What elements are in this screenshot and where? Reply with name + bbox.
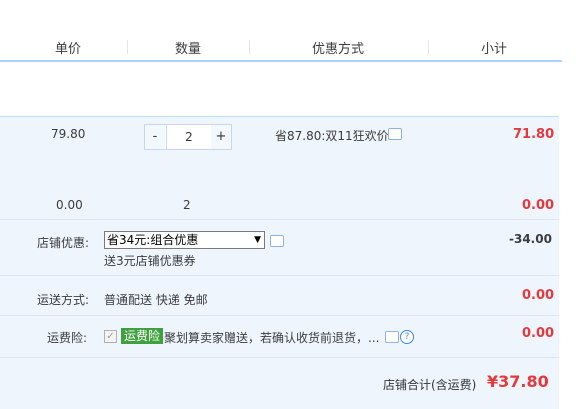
cart-table-header: 单价 数量 优惠方式 小计 bbox=[0, 0, 582, 62]
divider bbox=[0, 275, 559, 276]
promotion-text: 省87.80:双11狂欢价 bbox=[275, 129, 389, 143]
unit-price: 79.80 bbox=[51, 127, 86, 141]
shipping-label: 运送方式: bbox=[37, 293, 90, 307]
help-icon[interactable]: ? bbox=[400, 330, 414, 344]
divider bbox=[0, 315, 559, 316]
insurance-value: 0.00 bbox=[522, 326, 555, 341]
dropdown-arrow-icon: ▼ bbox=[254, 235, 261, 245]
header-divider bbox=[249, 40, 250, 54]
col-unit-price: 单价 bbox=[55, 42, 82, 57]
shipping-value: 0.00 bbox=[522, 288, 555, 303]
quantity-increase-button[interactable]: + bbox=[211, 125, 231, 149]
col-quantity: 数量 bbox=[175, 42, 202, 57]
shop-total-value: ¥37.80 bbox=[487, 372, 549, 391]
shop-summary: 店铺优惠: 送3元店铺优惠券 -34.00 运送方式: 普通配送 快递 免邮 0… bbox=[0, 219, 559, 409]
quantity-stepper: - 2 + bbox=[144, 124, 232, 150]
insurance-checkbox[interactable]: ✓ bbox=[104, 330, 117, 343]
cart-item-row: 79.80 省87.80:双11狂欢价 71.80 0.00 2 0.00 bbox=[0, 116, 559, 219]
quantity-decrease-button[interactable]: - bbox=[145, 125, 165, 149]
sub-item-quantity: 2 bbox=[183, 198, 191, 212]
insurance-label: 运费险: bbox=[47, 331, 88, 345]
quantity-input[interactable]: 2 bbox=[166, 125, 212, 149]
col-subtotal: 小计 bbox=[481, 42, 508, 57]
col-promotion: 优惠方式 bbox=[312, 42, 365, 57]
divider bbox=[0, 219, 559, 220]
shop-discount-value: -34.00 bbox=[509, 232, 552, 246]
header-divider bbox=[428, 40, 429, 54]
shop-discount-select-value: 省34元:组合优惠 bbox=[107, 233, 199, 247]
sub-item-price: 0.00 bbox=[56, 198, 83, 212]
chat-icon[interactable] bbox=[385, 331, 399, 343]
shipping-method: 普通配送 快递 免邮 bbox=[104, 293, 208, 307]
shop-discount-select[interactable]: 省34元:组合优惠 ▼ bbox=[104, 231, 265, 249]
chat-icon[interactable] bbox=[270, 235, 284, 247]
divider bbox=[0, 357, 559, 358]
chat-icon[interactable] bbox=[388, 128, 402, 140]
shop-total-label: 店铺合计(含运费) bbox=[383, 378, 477, 392]
insurance-tag: 运费险 bbox=[121, 328, 164, 344]
item-subtotal: 71.80 bbox=[513, 127, 555, 142]
header-divider bbox=[127, 40, 128, 54]
shop-discount-note: 送3元店铺优惠券 bbox=[104, 254, 196, 268]
header-underline bbox=[0, 60, 562, 62]
shop-discount-label: 店铺优惠: bbox=[37, 236, 90, 250]
sub-item-subtotal: 0.00 bbox=[522, 198, 555, 213]
insurance-text: 聚划算卖家赠送，若确认收货前退货，... bbox=[164, 331, 380, 345]
